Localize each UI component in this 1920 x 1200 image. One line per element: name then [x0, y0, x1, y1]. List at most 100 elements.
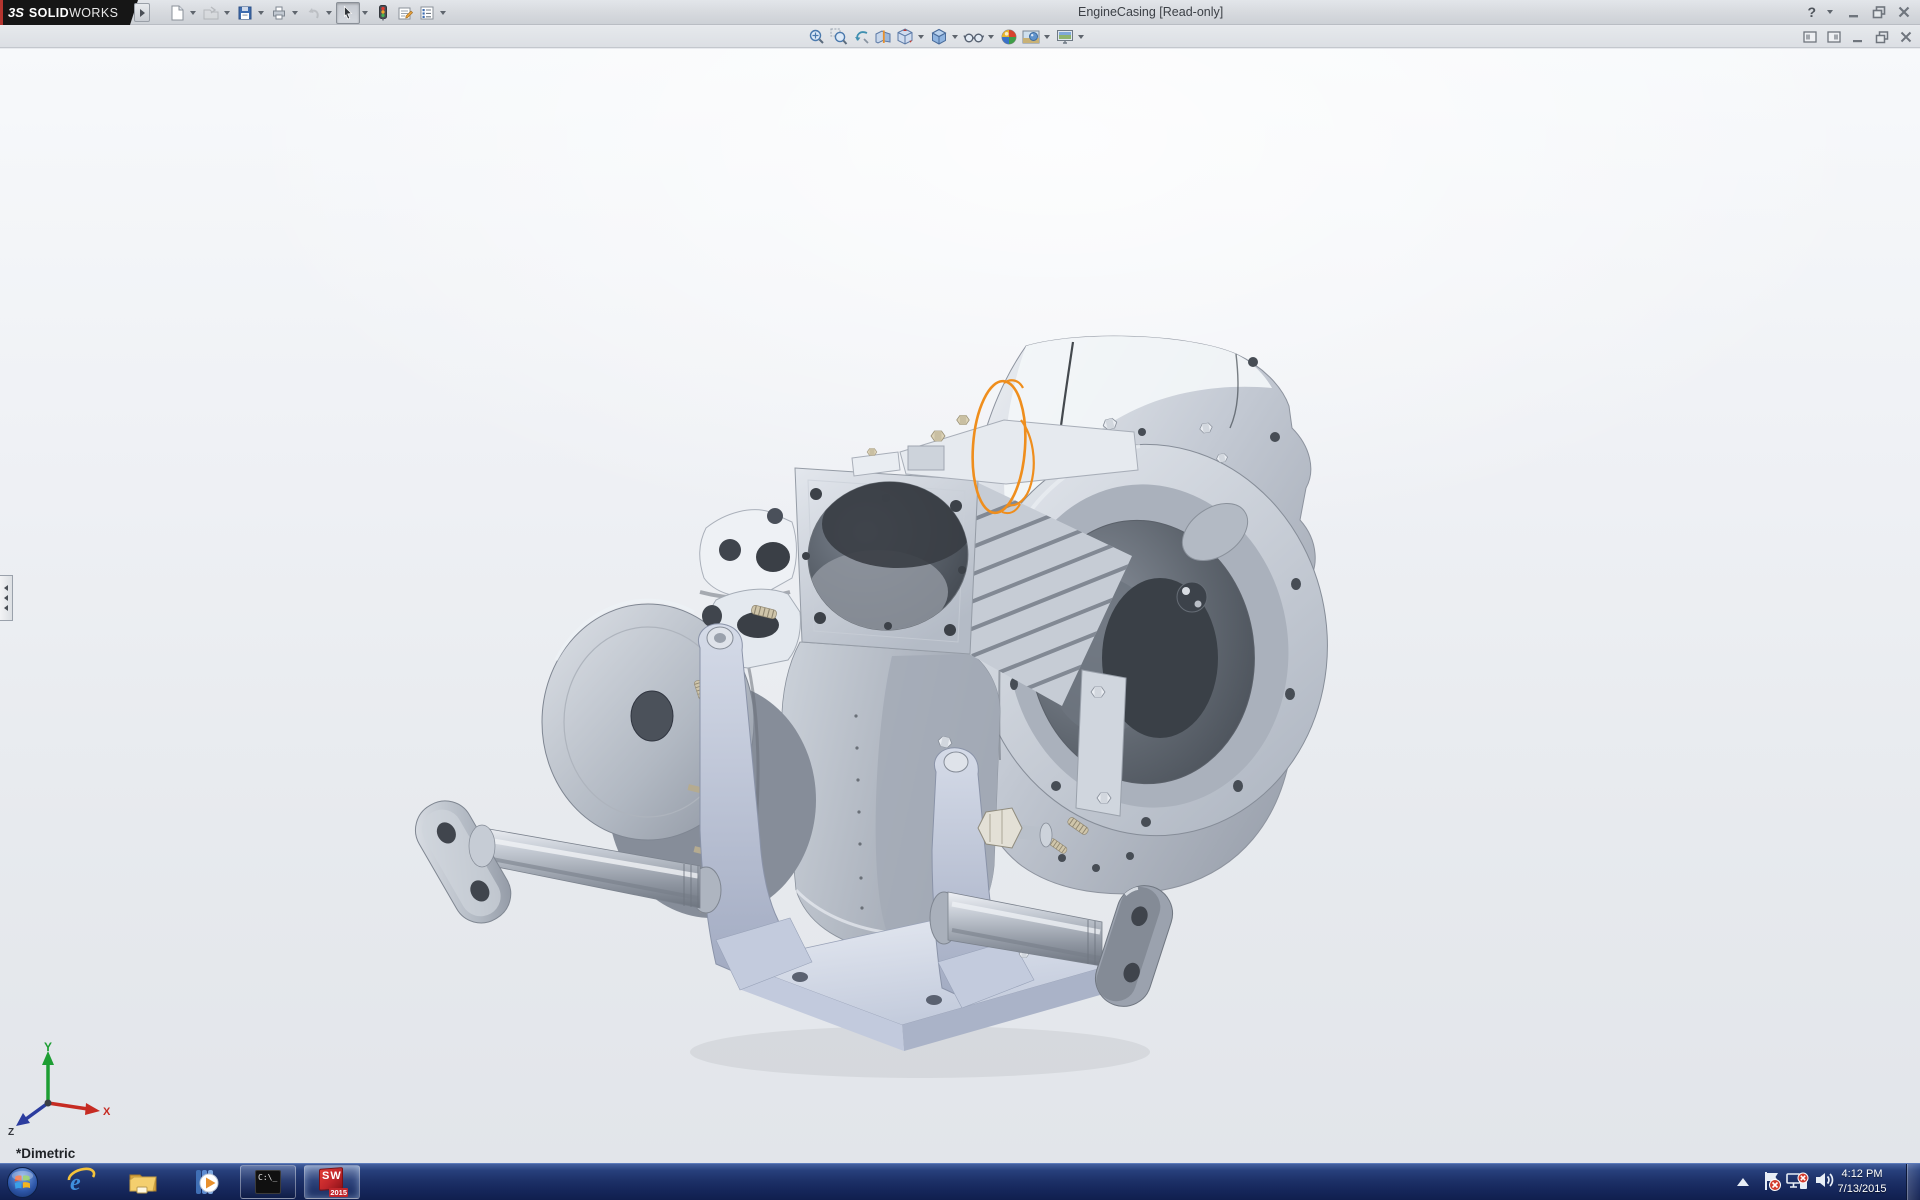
action-center-icon[interactable]: [1762, 1170, 1782, 1192]
restore-document-button[interactable]: [1874, 29, 1890, 45]
previous-view-button[interactable]: [850, 27, 872, 47]
logo-accent: [0, 0, 3, 25]
triad-z-label: Z: [8, 1127, 14, 1137]
new-dropdown[interactable]: [190, 11, 196, 15]
solidworks-cube-letters: SW: [322, 1170, 342, 1182]
options-dropdown[interactable]: [440, 11, 446, 15]
open-document-button[interactable]: [200, 2, 222, 24]
save-icon: [236, 4, 254, 22]
new-document-button[interactable]: [166, 2, 188, 24]
windows-media-player-icon[interactable]: [192, 1167, 222, 1197]
section-view-icon: [873, 27, 893, 47]
view-orientation-button[interactable]: [894, 27, 916, 47]
feature-panel-collapsed-tab[interactable]: [0, 575, 13, 621]
graphics-viewport[interactable]: Y X Z *Dimetric: [0, 49, 1920, 1163]
engine-casing-model: [0, 49, 1920, 1163]
start-button[interactable]: [6, 1166, 39, 1199]
view-orientation-dropdown[interactable]: [918, 35, 924, 39]
view-orientation-label: *Dimetric: [16, 1146, 75, 1161]
close-document-button[interactable]: [1898, 29, 1914, 45]
minimize-document-button[interactable]: [1850, 29, 1866, 45]
logo-text-light: WORKS: [69, 6, 118, 20]
help-button[interactable]: ?: [1807, 4, 1816, 20]
file-properties-icon: [396, 4, 414, 22]
select-cursor-icon: [339, 4, 357, 22]
print-button[interactable]: [268, 2, 290, 24]
select-tool-button[interactable]: [336, 2, 360, 24]
menu-flyout-tab[interactable]: [134, 3, 150, 22]
select-dropdown[interactable]: [362, 11, 368, 15]
titlebar-controls: ?: [1807, 2, 1912, 22]
solidworks-logo: 3S SOLIDWORKS: [0, 0, 138, 25]
apply-scene-button[interactable]: [1020, 27, 1042, 47]
clock-date: 7/13/2015: [1830, 1182, 1894, 1197]
display-style-button[interactable]: [928, 27, 950, 47]
taskbar-clock[interactable]: 4:12 PM 7/13/2015: [1830, 1167, 1894, 1197]
open-dropdown[interactable]: [224, 11, 230, 15]
print-dropdown[interactable]: [292, 11, 298, 15]
eyeglasses-icon: [963, 27, 985, 47]
solidworks-window: 3S SOLIDWORKS: [0, 0, 1920, 1200]
view-orientation-icon: [895, 27, 915, 47]
show-hidden-icons-button[interactable]: [1736, 1176, 1750, 1188]
view-settings-dropdown[interactable]: [1078, 35, 1084, 39]
logo-text-bold: SOLID: [29, 6, 69, 20]
help-dropdown[interactable]: [1827, 10, 1833, 14]
edit-appearance-button[interactable]: [998, 27, 1020, 47]
undo-dropdown[interactable]: [326, 11, 332, 15]
options-button[interactable]: [416, 2, 438, 24]
show-left-pane-icon[interactable]: [1802, 29, 1818, 45]
standard-toolbar: [166, 0, 450, 25]
expand-panel-arrow-icon: [4, 595, 8, 601]
appearance-ball-icon: [999, 27, 1019, 47]
command-prompt-icon: C:\_: [255, 1170, 281, 1194]
document-controls: [1802, 27, 1914, 47]
apply-scene-dropdown[interactable]: [1044, 35, 1050, 39]
triad-x-label: X: [103, 1106, 111, 1118]
undo-icon: [304, 4, 322, 22]
view-settings-button[interactable]: [1054, 27, 1076, 47]
save-button[interactable]: [234, 2, 256, 24]
zoom-to-area-icon: [829, 27, 849, 47]
solidworks-year-label: 2015: [329, 1188, 348, 1197]
internet-explorer-icon[interactable]: e: [66, 1167, 96, 1197]
solidworks-taskbar-button[interactable]: SW 2015: [304, 1165, 360, 1199]
zoom-to-fit-button[interactable]: [806, 27, 828, 47]
solidworks-2015-icon: SW 2015: [318, 1168, 346, 1196]
flyout-arrow-icon: [140, 9, 145, 17]
clock-time: 4:12 PM: [1830, 1167, 1894, 1182]
expand-panel-arrow-icon: [4, 585, 8, 591]
network-status-error-icon[interactable]: [1786, 1170, 1810, 1192]
system-tray: 4:12 PM 7/13/2015: [1660, 1164, 1920, 1200]
apply-scene-icon: [1021, 27, 1041, 47]
titlebar: 3S SOLIDWORKS: [0, 0, 1920, 25]
window-title: EngineCasing [Read-only]: [1078, 5, 1223, 19]
show-right-pane-icon[interactable]: [1826, 29, 1842, 45]
windows-taskbar: e C:\_ SW 2015 4:12 PM: [0, 1163, 1920, 1200]
logo-mark: 3S: [8, 5, 24, 20]
display-style-dropdown[interactable]: [952, 35, 958, 39]
save-dropdown[interactable]: [258, 11, 264, 15]
heads-up-toolbar: [806, 26, 1088, 48]
rebuild-button[interactable]: [372, 2, 394, 24]
section-view-button[interactable]: [872, 27, 894, 47]
reference-triad[interactable]: Y X Z: [4, 1041, 114, 1137]
hide-show-dropdown[interactable]: [988, 35, 994, 39]
minimize-button[interactable]: [1846, 4, 1862, 20]
previous-view-icon: [851, 27, 871, 47]
command-prompt-taskbar-button[interactable]: C:\_: [240, 1165, 296, 1199]
triad-y-label: Y: [44, 1041, 52, 1054]
show-desktop-button[interactable]: [1906, 1164, 1920, 1200]
hide-show-items-button[interactable]: [962, 27, 986, 47]
new-document-icon: [168, 4, 186, 22]
expand-panel-arrow-icon: [4, 605, 8, 611]
open-document-icon: [202, 4, 220, 22]
restore-button[interactable]: [1871, 4, 1887, 20]
undo-button[interactable]: [302, 2, 324, 24]
file-properties-button[interactable]: [394, 2, 416, 24]
zoom-to-area-button[interactable]: [828, 27, 850, 47]
windows-explorer-icon[interactable]: [128, 1167, 158, 1197]
print-icon: [270, 4, 288, 22]
close-button[interactable]: [1896, 4, 1912, 20]
heads-up-row: [0, 26, 1920, 48]
